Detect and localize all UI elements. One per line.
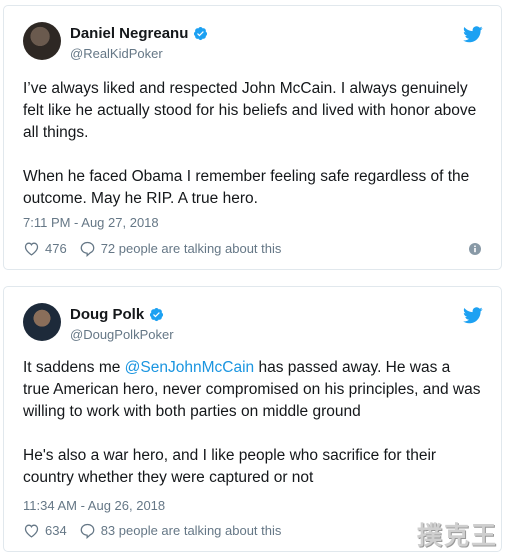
conversation-link[interactable]: 72 people are talking about this bbox=[79, 240, 282, 257]
author-handle[interactable]: @DougPolkPoker bbox=[70, 327, 174, 342]
avatar[interactable] bbox=[23, 303, 61, 341]
talking-text: 72 people are talking about this bbox=[100, 241, 282, 256]
text-segment: It saddens me bbox=[23, 359, 125, 376]
reply-bubble-icon bbox=[80, 241, 95, 257]
verified-badge-icon bbox=[150, 307, 164, 322]
tweet-paragraph: He's also a war hero, and I like people … bbox=[23, 447, 437, 486]
twitter-bird-icon[interactable] bbox=[463, 307, 483, 324]
author-name[interactable]: Doug Polk bbox=[70, 306, 144, 323]
tweet-actions: 634 83 people are talking about this bbox=[23, 522, 481, 539]
avatar[interactable] bbox=[23, 22, 61, 60]
tweet-card: Doug Polk @DougPolkPoker It saddens me @… bbox=[3, 286, 502, 552]
author-handle[interactable]: @RealKidPoker bbox=[70, 46, 163, 61]
tweet-actions: 476 72 people are talking about this bbox=[23, 240, 481, 257]
twitter-bird-icon[interactable] bbox=[463, 26, 483, 43]
author-name-row[interactable]: Doug Polk bbox=[70, 306, 164, 323]
verified-badge-icon bbox=[194, 26, 208, 41]
author-name-row[interactable]: Daniel Negreanu bbox=[70, 25, 208, 42]
tweet-card: Daniel Negreanu @RealKidPoker I’ve alway… bbox=[3, 5, 502, 270]
conversation-link[interactable]: 83 people are talking about this bbox=[79, 522, 282, 539]
tweet-paragraph: I’ve always liked and respected John McC… bbox=[23, 80, 477, 141]
info-icon[interactable] bbox=[469, 242, 481, 255]
talking-text: 83 people are talking about this bbox=[100, 523, 282, 538]
mention-link[interactable]: @SenJohnMcCain bbox=[125, 359, 254, 376]
heart-icon bbox=[24, 242, 39, 256]
watermark-logo: 撲克王 bbox=[416, 522, 498, 550]
like-count: 476 bbox=[45, 241, 67, 256]
tweet-text: It saddens me @SenJohnMcCain has passed … bbox=[23, 357, 481, 489]
like-count: 634 bbox=[45, 523, 67, 538]
tweet-timestamp[interactable]: 7:11 PM - Aug 27, 2018 bbox=[23, 215, 159, 230]
tweet-paragraph: It saddens me @SenJohnMcCain has passed … bbox=[23, 357, 481, 423]
author-name[interactable]: Daniel Negreanu bbox=[70, 25, 188, 42]
like-button[interactable]: 476 bbox=[23, 240, 67, 257]
tweet-text: I’ve always liked and respected John McC… bbox=[23, 78, 481, 210]
like-button[interactable]: 634 bbox=[23, 522, 67, 539]
reply-bubble-icon bbox=[80, 523, 95, 539]
tweet-paragraph: When he faced Obama I remember feeling s… bbox=[23, 168, 470, 207]
tweet-timestamp[interactable]: 11:34 AM - Aug 26, 2018 bbox=[23, 498, 165, 513]
heart-icon bbox=[24, 524, 39, 538]
